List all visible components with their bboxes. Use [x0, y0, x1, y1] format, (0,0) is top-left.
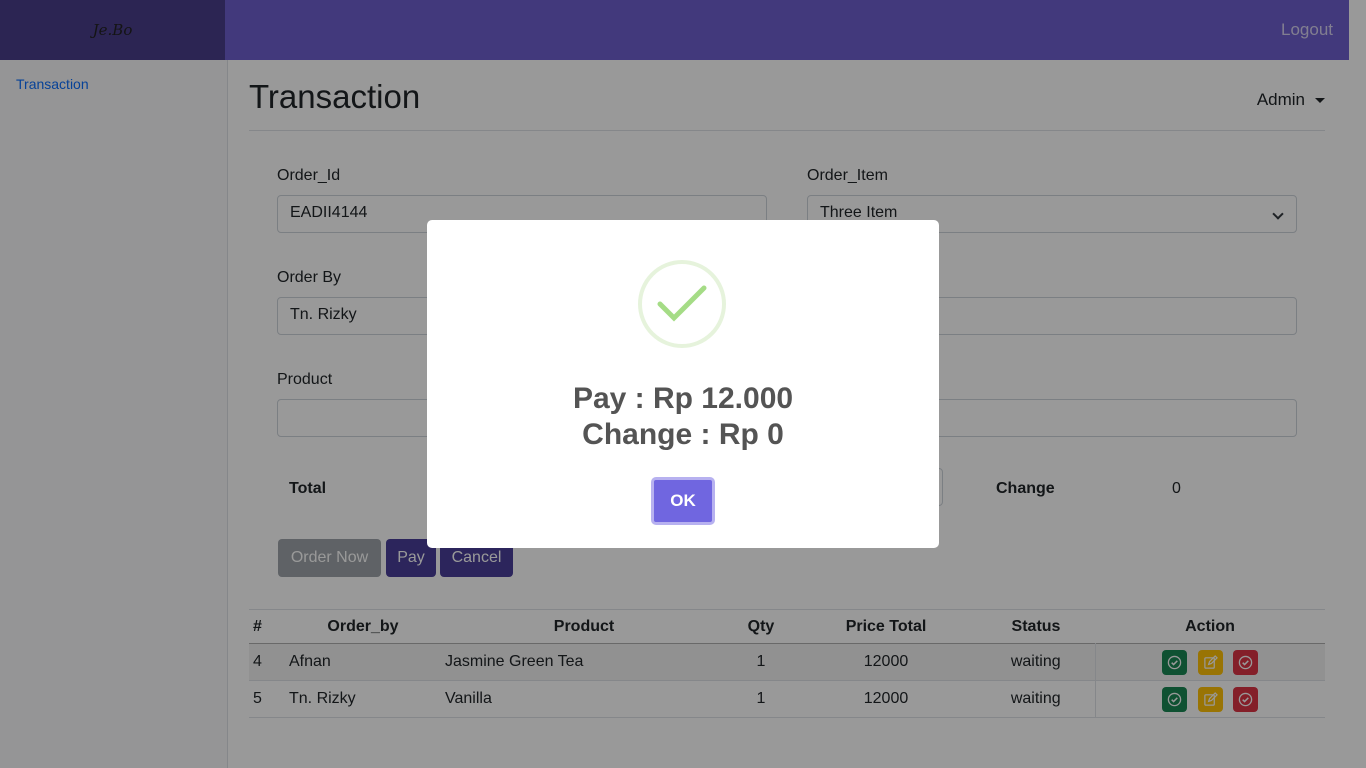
- modal-pay-text: Pay : Rp 12.000: [572, 382, 794, 415]
- checkmark-success-icon: [638, 260, 726, 348]
- payment-success-dialog: Pay : Rp 12.000 Change : Rp 0 OK: [427, 220, 939, 548]
- ok-button[interactable]: OK: [651, 477, 715, 525]
- modal-change-text: Change : Rp 0: [582, 418, 784, 451]
- checkmark-icon: [657, 285, 707, 322]
